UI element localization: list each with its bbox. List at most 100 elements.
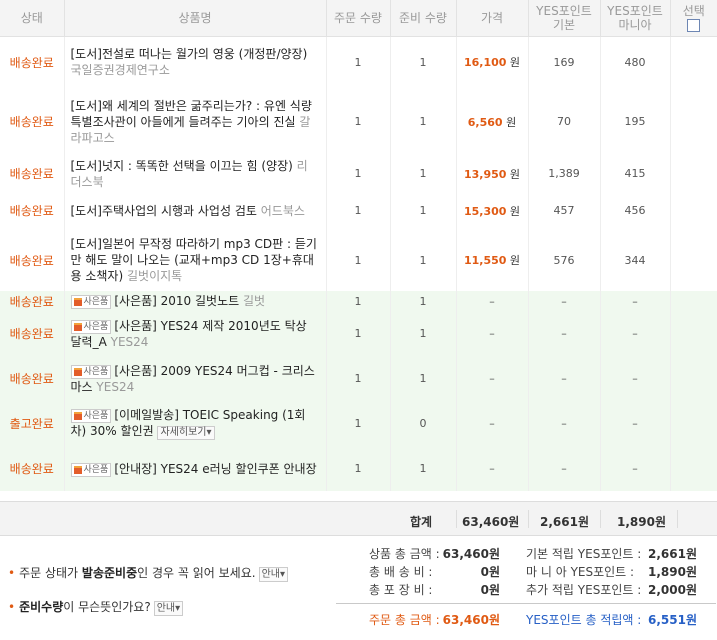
publisher-link[interactable]: 국일증권경제연구소 [71, 63, 170, 77]
publisher-link[interactable]: YES24 [111, 335, 149, 349]
select-all-checkbox[interactable] [687, 18, 701, 32]
select-cell [670, 356, 717, 401]
ready-qty: 1 [390, 229, 457, 291]
summary-extra-pt: 추가 적립 YES포인트 : 2,000원 [526, 581, 697, 598]
price-cell: 16,100 원 [456, 36, 529, 88]
row-status: 배송완료 [0, 192, 65, 229]
totals-bar: 합계 63,460원 2,661원 1,890원 [0, 501, 717, 536]
price-cell: 15,300 원 [456, 192, 529, 229]
select-cell [670, 229, 717, 291]
product-link[interactable]: [사은품] 2010 길벗노트 [114, 294, 239, 308]
table-row: 배송완료 사은품 [안내장] YES24 e러닝 할인쿠폰 안내장 1 1 – –… [0, 446, 717, 491]
table-row: 배송완료 사은품 [사은품] YES24 제작 2010년도 탁상 달력_A YE… [0, 311, 717, 356]
totals-label: 합계 [410, 515, 433, 529]
summary-label: 마 니 아 YES포인트 : [526, 565, 635, 579]
summary-value: 1,890원 [648, 565, 697, 579]
product-link[interactable]: [안내장] YES24 e러닝 할인쿠폰 안내장 [114, 462, 316, 476]
order-qty: 1 [326, 192, 391, 229]
ready-qty: 1 [390, 36, 457, 88]
price-empty: – [456, 401, 529, 446]
gift-icon [73, 465, 82, 474]
guide-button-label: 안내 [156, 603, 176, 614]
col-pt-mania-line2: 마니아 [618, 17, 652, 32]
table-row: 출고완료 사은품 [이메일발송] TOEIC Speaking (1회차) 30%… [0, 401, 717, 446]
summary-label: 상품 총 금액 : [369, 547, 440, 561]
select-cell [670, 88, 717, 155]
bullet-icon: • [8, 566, 16, 580]
gift-badge-label: 사은품 [83, 464, 109, 475]
pt-basic-empty: – [528, 401, 601, 446]
product-link[interactable]: [도서]왜 세계의 절반은 굶주리는가? : 유엔 식량특별조사관이 아들에게 … [71, 99, 312, 129]
publisher-link[interactable]: 길벗 [243, 294, 265, 308]
row-status: 배송완료 [0, 88, 65, 155]
col-order-qty: 주문 수량 [326, 0, 391, 37]
col-pt-mania-line1: YES포인트 [607, 3, 663, 18]
summary-product-total: 상품 총 금액 :63,460원 [369, 545, 500, 562]
order-table: 상태 상품명 주문 수량 준비 수량 가격 YES포인트 기본 YES포인트 마니아… [0, 0, 717, 491]
note-highlight: 발송준비중 [81, 566, 138, 580]
col-product: 상품명 [64, 0, 327, 37]
note-highlight: 준비수량 [19, 600, 64, 614]
product-cell: [도서]전설로 떠나는 월가의 영웅 (개정판/양장) 국일증권경제연구소 [64, 36, 327, 88]
table-header: 상태 상품명 주문 수량 준비 수량 가격 YES포인트 기본 YES포인트 마니아… [0, 0, 717, 37]
pt-basic: 169 [528, 36, 601, 88]
pt-basic-empty: – [528, 311, 601, 356]
product-cell: [도서]넛지 : 똑똑한 선택을 이끄는 힘 (양장) 리더스북 [64, 155, 327, 192]
price-empty: – [456, 446, 529, 491]
pt-mania: 480 [600, 36, 671, 88]
pt-basic-empty: – [528, 356, 601, 401]
summary-value: 2,000원 [648, 583, 697, 597]
note-ready-qty: • 준비수량이 무슨뜻인가요? 안내▾ [8, 598, 184, 616]
totals-pt-mania: 1,890원 [617, 515, 666, 529]
row-status: 배송완료 [0, 311, 65, 356]
row-status: 배송완료 [0, 356, 65, 401]
order-qty: 1 [326, 356, 391, 401]
note-text: 인 경우 꼭 읽어 보세요. [137, 566, 256, 580]
pt-mania-empty: – [600, 401, 671, 446]
ready-qty: 1 [390, 155, 457, 192]
table-row: 배송완료 [도서]주택사업의 시행과 사업성 검토 어드북스 1 1 15,30… [0, 192, 717, 229]
product-cell: [도서]주택사업의 시행과 사업성 검토 어드북스 [64, 192, 327, 229]
won-unit: 원 [506, 115, 517, 129]
summary-label: YES포인트 총 적립액 : [526, 613, 642, 627]
product-cell: 사은품 [사은품] 2010 길벗노트 길벗 [64, 291, 327, 311]
row-status: 출고완료 [0, 401, 65, 446]
guide-button[interactable]: 안내▾ [153, 601, 184, 616]
col-pt-basic: YES포인트 기본 [528, 0, 601, 37]
details-button[interactable]: 자세히보기▾ [157, 426, 215, 440]
select-cell [670, 446, 717, 491]
totals-price: 63,460원 [462, 515, 520, 529]
pt-basic-empty: – [528, 291, 601, 311]
product-cell: [도서]왜 세계의 절반은 굶주리는가? : 유엔 식량특별조사관이 아들에게 … [64, 88, 327, 155]
publisher-link[interactable]: 어드북스 [261, 204, 305, 218]
summary-packing: 총 포 장 비 : 0원 [369, 581, 500, 598]
product-cell: 사은품 [사은품] 2009 YES24 머그컵 - 크리스마스 YES24 [64, 356, 327, 401]
gift-badge-label: 사은품 [83, 411, 109, 421]
won-unit: 원 [509, 204, 521, 218]
product-link[interactable]: [도서]전설로 떠나는 월가의 영웅 (개정판/양장) [71, 47, 308, 61]
gift-badge: 사은품 [70, 409, 112, 423]
publisher-link[interactable]: YES24 [96, 380, 134, 394]
table-row: 배송완료 [도서]왜 세계의 절반은 굶주리는가? : 유엔 식량특별조사관이 … [0, 88, 717, 155]
gift-badge-label: 사은품 [83, 297, 109, 307]
order-qty: 1 [326, 229, 391, 291]
summary-label: 기본 적립 YES포인트 : [526, 547, 642, 561]
col-price: 가격 [456, 0, 529, 37]
pt-mania: 456 [600, 192, 671, 229]
select-cell [670, 36, 717, 88]
summary-label: 추가 적립 YES포인트 : [526, 583, 642, 597]
summary-mania-pt: 마 니 아 YES포인트 : 1,890원 [526, 563, 697, 580]
product-link[interactable]: [도서]넛지 : 똑똑한 선택을 이끄는 힘 (양장) [71, 159, 293, 173]
gift-badge: 사은품 [70, 364, 112, 379]
summary-basic-pt: 기본 적립 YES포인트 : 2,661원 [526, 545, 697, 562]
won-unit: 원 [509, 56, 521, 70]
select-cell [670, 311, 717, 356]
row-status: 배송완료 [0, 229, 65, 291]
publisher-link[interactable]: 길벗이지톡 [127, 269, 182, 283]
select-cell [670, 155, 717, 192]
product-link[interactable]: [도서]주택사업의 시행과 사업성 검토 [71, 204, 257, 218]
product-link[interactable]: [도서]일본어 무작정 따라하기 mp3 CD판 : 듣기만 해도 말이 나오는… [71, 237, 317, 283]
summary-label: 총 배 송 비 : [369, 565, 433, 579]
guide-button[interactable]: 안내▾ [258, 567, 288, 582]
summary-value: 2,661원 [648, 547, 697, 561]
